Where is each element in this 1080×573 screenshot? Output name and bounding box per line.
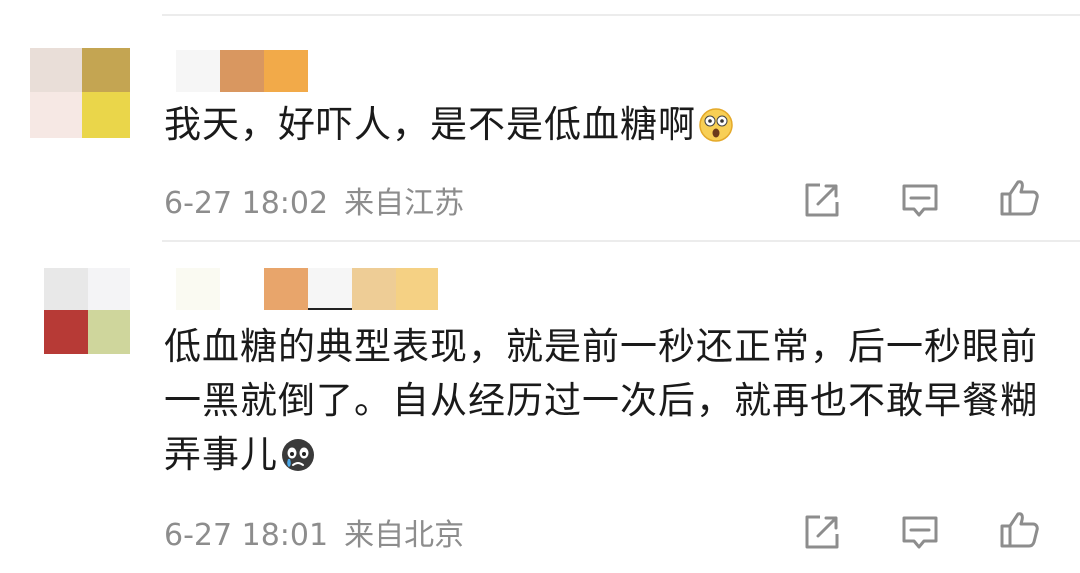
reply-button[interactable] (898, 178, 942, 222)
comment-text: 低血糖的典型表现，就是前一秒还正常，后一秒眼前一黑就倒了。自从经历过一次后，就再… (164, 320, 1044, 488)
comment-item: 低血糖的典型表现，就是前一秒还正常，后一秒眼前一黑就倒了。自从经历过一次后，就再… (0, 242, 1080, 573)
username[interactable] (176, 268, 438, 310)
share-button[interactable] (800, 178, 844, 222)
share-icon (805, 515, 839, 549)
reply-button[interactable] (898, 510, 942, 554)
comment-date: 6-27 18:02 (164, 186, 329, 221)
comment-meta: 6-27 18:02 来自江苏 (164, 178, 480, 222)
comment-text: 我天，好吓人，是不是低血糖啊 (164, 98, 1044, 158)
like-icon (1000, 512, 1039, 548)
like-icon (1000, 180, 1039, 216)
comment-location: 来自江苏 (344, 186, 465, 221)
like-button[interactable] (998, 176, 1042, 220)
username[interactable] (176, 50, 308, 92)
comment-location: 来自北京 (344, 518, 465, 553)
reply-icon (902, 184, 938, 217)
reply-icon (902, 516, 938, 549)
comment-text-content: 我天，好吓人，是不是低血糖啊 (164, 103, 696, 146)
avatar[interactable] (30, 48, 130, 138)
crying-face-emoji (280, 434, 316, 488)
comment-meta: 6-27 18:01 来自北京 (164, 510, 480, 554)
share-icon (805, 183, 839, 217)
comment-item: 我天，好吓人，是不是低血糖啊 6-27 18:02 来自江苏 (0, 0, 1080, 240)
like-button[interactable] (998, 508, 1042, 552)
astonished-face-emoji (698, 104, 734, 158)
comment-date: 6-27 18:01 (164, 518, 329, 553)
share-button[interactable] (800, 510, 844, 554)
avatar[interactable] (30, 268, 130, 358)
